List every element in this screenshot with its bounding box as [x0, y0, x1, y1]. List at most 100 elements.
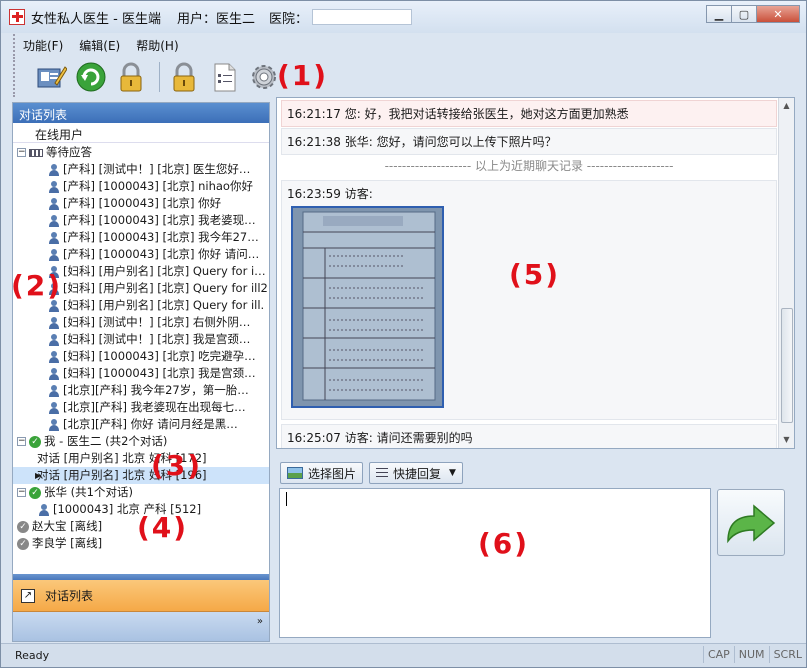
annotation-4: (4) [137, 511, 189, 544]
tree-row[interactable]: ▶ 对话 [用户别名] 北京 妇科 [196] [13, 467, 269, 484]
refresh-icon[interactable] [75, 61, 107, 93]
user-icon [47, 350, 61, 364]
tree-row-label: [北京][产科] 我老婆现在出现每七… [63, 400, 246, 414]
tree-row[interactable]: − ✓ 张华 (共1个对话) [13, 484, 269, 501]
input-toolbar: 选择图片 快捷回复 ▼ [280, 461, 469, 485]
user-icon [47, 214, 61, 228]
tree-row-label: [妇科] [测试中！] [北京] 我是宫颈… [63, 332, 251, 346]
message-time: 16:21:38 [287, 135, 341, 149]
text-caret [286, 492, 287, 506]
tree-row[interactable]: [产科] [1000043] [北京] 我今年27… [13, 229, 269, 246]
edit-profile-icon[interactable] [35, 61, 68, 93]
lock-icon[interactable] [168, 61, 200, 93]
menu-edit[interactable]: 编辑(E) [71, 37, 128, 54]
tree-row-label: 我 - 医生二 (共2个对话) [44, 434, 168, 448]
offline-status-icon: ✓ [17, 537, 29, 550]
user-label: 用户：医生二 [176, 11, 255, 27]
lock-icon[interactable] [115, 61, 147, 93]
status-text: Ready [15, 649, 50, 662]
num-indicator: NUM [733, 646, 769, 663]
message-text: 您好，请问您可以上传下照片吗？ [376, 135, 557, 149]
tree-row-label: 李良学 [离线] [32, 536, 103, 550]
tree-row[interactable]: [产科] [1000043] [北京] 你好 请问… [13, 246, 269, 263]
message-input[interactable]: (6) [279, 488, 711, 638]
minimize-button[interactable]: ▁ [706, 5, 732, 23]
expand-toggle-icon[interactable]: − [17, 148, 26, 157]
tree-row-label: [北京][产科] 你好 请问月经是黑… [63, 417, 238, 431]
send-arrow-icon [727, 503, 776, 543]
scroll-up-icon[interactable]: ▲ [779, 98, 794, 113]
window-controls: ▁ ▢ ✕ [706, 5, 800, 23]
message-time: 16:25:07 [287, 431, 341, 445]
tree-row[interactable]: [北京][产科] 我今年27岁，第一胎… [13, 382, 269, 399]
document-icon[interactable] [208, 61, 240, 93]
chevron-down-icon[interactable]: » [257, 616, 263, 627]
tree-row-label: [产科] [1000043] [北京] 我老婆现… [63, 213, 256, 227]
expand-toggle-icon[interactable]: − [17, 437, 26, 446]
select-image-button[interactable]: 选择图片 [280, 462, 364, 484]
dropdown-arrow-icon: ▼ [449, 468, 456, 478]
title-bar: 女性私人医生 - 医生端 用户：医生二 医院： ▁ ▢ ✕ [1, 1, 806, 33]
window-title: 女性私人医生 - 医生端 [31, 11, 161, 27]
tree-row-label: [产科] [1000043] [北京] 我今年27… [63, 230, 259, 244]
minimize-icon: ▁ [714, 7, 724, 21]
status-indicators: CAP NUM SCRL [702, 646, 806, 663]
tree-row-label: [妇科] [用户别名] [北京] Query for ill2 [63, 281, 268, 295]
tree-row-label: 张华 (共1个对话) [44, 485, 133, 499]
user-icon [47, 163, 61, 177]
tree-row-label: [产科] [1000043] [北京] 你好 请问… [63, 247, 260, 261]
toolbar-separator [159, 62, 160, 92]
tree-row[interactable]: − ✓ 我 - 医生二 (共2个对话) [13, 433, 269, 450]
tree-row[interactable]: [产科] [测试中！] [北京] 医生您好… [13, 161, 269, 178]
scroll-thumb[interactable] [781, 308, 793, 423]
tree-row[interactable]: [妇科] [1000043] [北京] 我是宫颈… [13, 365, 269, 382]
select-image-label: 选择图片 [308, 466, 357, 481]
tree-row[interactable]: [北京][产科] 我老婆现在出现每七… [13, 399, 269, 416]
menu-help[interactable]: 帮助(H) [128, 37, 186, 54]
quick-reply-dropdown[interactable]: 快捷回复 ▼ [369, 462, 463, 484]
expand-toggle-icon[interactable]: − [17, 488, 26, 497]
scrl-indicator: SCRL [768, 646, 806, 663]
annotation-1: (1) [277, 59, 329, 92]
menu-function[interactable]: 功能(F) [15, 37, 71, 54]
close-icon: ✕ [773, 7, 783, 21]
tree-row[interactable]: [妇科] [测试中！] [北京] 我是宫颈… [13, 331, 269, 348]
status-bar: Ready CAP NUM SCRL [1, 643, 806, 667]
gear-icon[interactable] [248, 61, 280, 93]
tree-row-label: [妇科] [用户别名] [北京] Query for ill. [63, 298, 265, 312]
user-icon [47, 316, 61, 330]
user-icon [37, 503, 51, 517]
tree-row-label: 等待应答 [46, 145, 92, 159]
tab-conversation-list[interactable]: ↗ 对话列表 [13, 580, 269, 612]
hospital-label: 医院： [268, 11, 308, 27]
chat-scrollbar[interactable]: ▲ ▼ [778, 98, 794, 448]
annotation-2: (2) [11, 269, 63, 302]
panel-title: 对话列表 [13, 103, 269, 123]
tree-row[interactable]: − 等待应答 [13, 144, 269, 161]
tree-row-label: [妇科] [1000043] [北京] 我是宫颈… [63, 366, 256, 380]
tree-row[interactable]: 对话 [用户别名] 北京 妇科 [172] [13, 450, 269, 467]
tree-row[interactable]: [妇科] [1000043] [北京] 吃完避孕… [13, 348, 269, 365]
picture-icon [287, 467, 303, 479]
shortcut-icon: ↗ [21, 588, 35, 603]
close-button[interactable]: ✕ [756, 5, 800, 23]
online-status-icon: ✓ [29, 435, 41, 448]
maximize-button[interactable]: ▢ [731, 5, 757, 23]
annotation-5: (5) [509, 258, 561, 291]
annotation-3: (3) [151, 449, 203, 482]
toolbar: (1) [13, 57, 798, 97]
user-icon [47, 180, 61, 194]
send-button[interactable] [717, 489, 785, 556]
maximize-icon: ▢ [738, 7, 750, 21]
tree-row[interactable]: [产科] [1000043] [北京] nihao你好 [13, 178, 269, 195]
tree-row-label: [产科] [测试中！] [北京] 医生您好… [63, 162, 251, 176]
column-header: 在线用户 [13, 123, 269, 143]
online-status-icon: ✓ [29, 486, 41, 499]
user-icon [47, 197, 61, 211]
scroll-down-icon[interactable]: ▼ [779, 432, 794, 447]
tree-row[interactable]: [产科] [1000043] [北京] 我老婆现… [13, 212, 269, 229]
uploaded-photo[interactable] [291, 206, 444, 408]
tree-row[interactable]: [妇科] [测试中！] [北京] 右侧外阴… [13, 314, 269, 331]
tree-row[interactable]: [北京][产科] 你好 请问月经是黑… [13, 416, 269, 433]
tree-row[interactable]: [产科] [1000043] [北京] 你好 [13, 195, 269, 212]
